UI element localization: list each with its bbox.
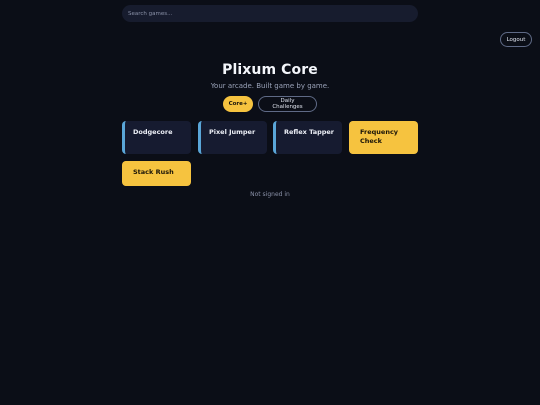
core-plus-pill[interactable]: Core+ bbox=[223, 96, 253, 112]
game-card-stack-rush[interactable]: Stack Rush bbox=[122, 161, 191, 186]
logout-button[interactable]: Logout bbox=[500, 32, 532, 47]
game-card-title: Stack Rush bbox=[133, 168, 174, 176]
hero-section: Plixum Core Your arcade. Built game by g… bbox=[0, 62, 540, 90]
app-page: Logout Plixum Core Your arcade. Built ga… bbox=[0, 0, 540, 405]
daily-challenges-pill[interactable]: Daily Challenges bbox=[258, 96, 317, 112]
game-card-reflex-tapper[interactable]: Reflex Tapper bbox=[273, 121, 342, 154]
game-card-title: Frequency Check bbox=[360, 128, 399, 145]
game-card-dodgecore[interactable]: Dodgecore bbox=[122, 121, 191, 154]
game-card-pixel-jumper[interactable]: Pixel Jumper bbox=[198, 121, 267, 154]
sign-in-status: Not signed in bbox=[250, 191, 290, 198]
game-card-title: Pixel Jumper bbox=[209, 128, 256, 136]
game-card-frequency-check[interactable]: Frequency Check bbox=[349, 121, 418, 154]
game-card-title: Dodgecore bbox=[133, 128, 173, 136]
search-input[interactable] bbox=[128, 5, 418, 22]
page-title: Plixum Core bbox=[222, 62, 318, 78]
tagline: Your arcade. Built game by game. bbox=[210, 82, 330, 90]
filter-pills: Core+ Daily Challenges bbox=[0, 96, 540, 112]
search-bar[interactable] bbox=[122, 5, 418, 22]
game-card-title: Reflex Tapper bbox=[284, 128, 334, 136]
